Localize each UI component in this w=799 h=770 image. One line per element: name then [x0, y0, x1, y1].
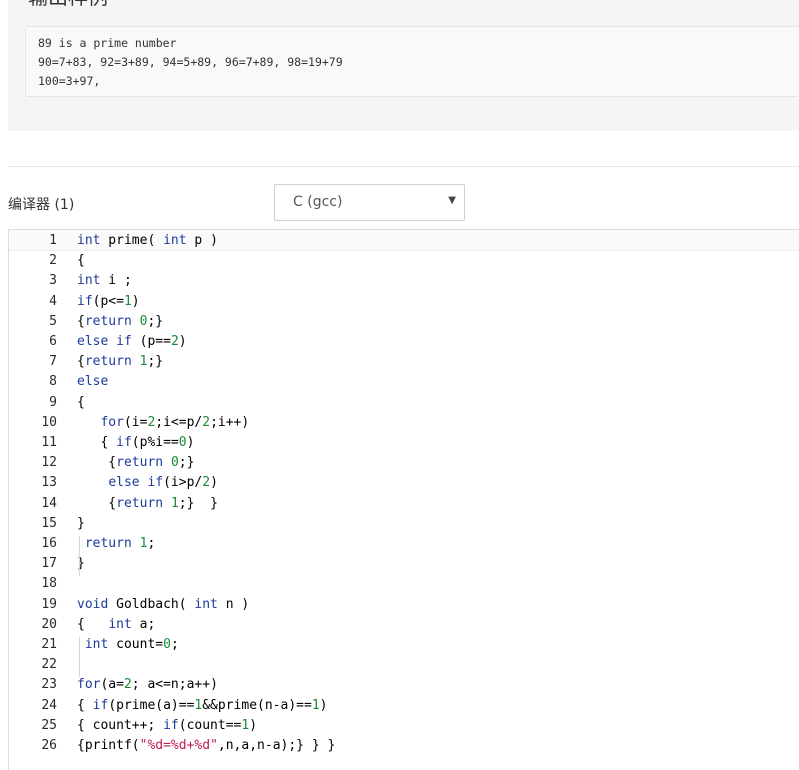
- code-line: int prime( int p ): [77, 233, 218, 248]
- code-line: for(a=2; a<=n;a++): [77, 677, 218, 693]
- line-number: 3: [49, 273, 57, 289]
- code-line: {printf("%d=%d+%d",n,a,n-a);} } }: [77, 738, 336, 753]
- line-number: 21: [41, 637, 57, 652]
- code-line: {return 0;}: [77, 313, 164, 329]
- line-number: 15: [41, 515, 57, 531]
- line-number: 14: [41, 495, 57, 511]
- code-line: { int a;: [77, 616, 156, 632]
- line-number: 10: [41, 414, 57, 430]
- code-line: { count++; if(count==1): [77, 717, 258, 733]
- code-line: else if(i>p/2): [108, 475, 218, 491]
- compiler-label: 编译器 (1): [8, 197, 75, 213]
- sample-output-heading: 输出样例: [28, 0, 108, 10]
- line-number: 23: [41, 677, 57, 693]
- line-number: 24: [41, 697, 57, 713]
- line-number: 16: [41, 536, 57, 551]
- compiler-select-value: C (gcc): [293, 194, 343, 210]
- line-number: 2: [49, 253, 57, 269]
- indent-guide: [79, 637, 80, 678]
- code-line: else: [77, 374, 109, 390]
- code-line: { if(p%i==0): [77, 435, 195, 450]
- sample-output-line-1: 89 is a prime number: [38, 36, 177, 50]
- code-line: for(i=2;i<=p/2;i++): [100, 414, 250, 430]
- code-line: {: [77, 394, 85, 410]
- compiler-select[interactable]: C (gcc) ▼: [274, 184, 465, 221]
- sample-output-line-3: 100=3+97,: [38, 74, 101, 88]
- line-number: 8: [49, 374, 57, 390]
- code-line: if(p<=1): [77, 293, 140, 309]
- line-number: 18: [41, 576, 57, 592]
- code-line: {return 1;} }: [77, 495, 218, 511]
- code-line: {return 1;}: [77, 354, 164, 370]
- line-number: 19: [41, 596, 57, 612]
- line-number: 22: [41, 657, 57, 673]
- line-number: 17: [41, 556, 57, 572]
- code-editor[interactable]: 1 int prime( int p ) 2 {3 int i ; 4 if(p<=1) 5 {…: [8, 229, 799, 770]
- code-line: { if(prime(a)==1&&prime(n-a)==1): [77, 697, 328, 713]
- line-number: 13: [41, 475, 57, 491]
- code-line: void Goldbach( int n ): [77, 596, 250, 612]
- line-number: 7: [49, 354, 57, 370]
- code-line: int i ;: [77, 273, 132, 289]
- line-number: 12: [41, 455, 57, 471]
- line-number: 9: [49, 394, 57, 410]
- line-number: 26: [41, 738, 57, 753]
- code-line: int count=0;: [84, 637, 179, 652]
- code-line: }: [77, 515, 85, 531]
- code-line: return 1;: [84, 536, 156, 551]
- line-number: 4: [49, 293, 57, 309]
- line-number: 6: [49, 334, 57, 349]
- code-line: {: [77, 253, 85, 269]
- code-line: {return 0;}: [77, 455, 195, 471]
- line-number: 11: [41, 435, 57, 450]
- indent-guide: [79, 536, 80, 577]
- line-number: 20: [41, 616, 57, 632]
- line-number: 1: [49, 233, 57, 248]
- section-divider: [8, 166, 799, 167]
- sample-output-line-2: 90=7+83, 92=3+89, 94=5+89, 96=7+89, 98=1…: [38, 55, 343, 69]
- line-number: 25: [41, 717, 57, 733]
- chevron-down-icon: ▼: [448, 195, 456, 206]
- line-number: 5: [49, 313, 57, 329]
- code-line: else if (p==2): [77, 334, 187, 349]
